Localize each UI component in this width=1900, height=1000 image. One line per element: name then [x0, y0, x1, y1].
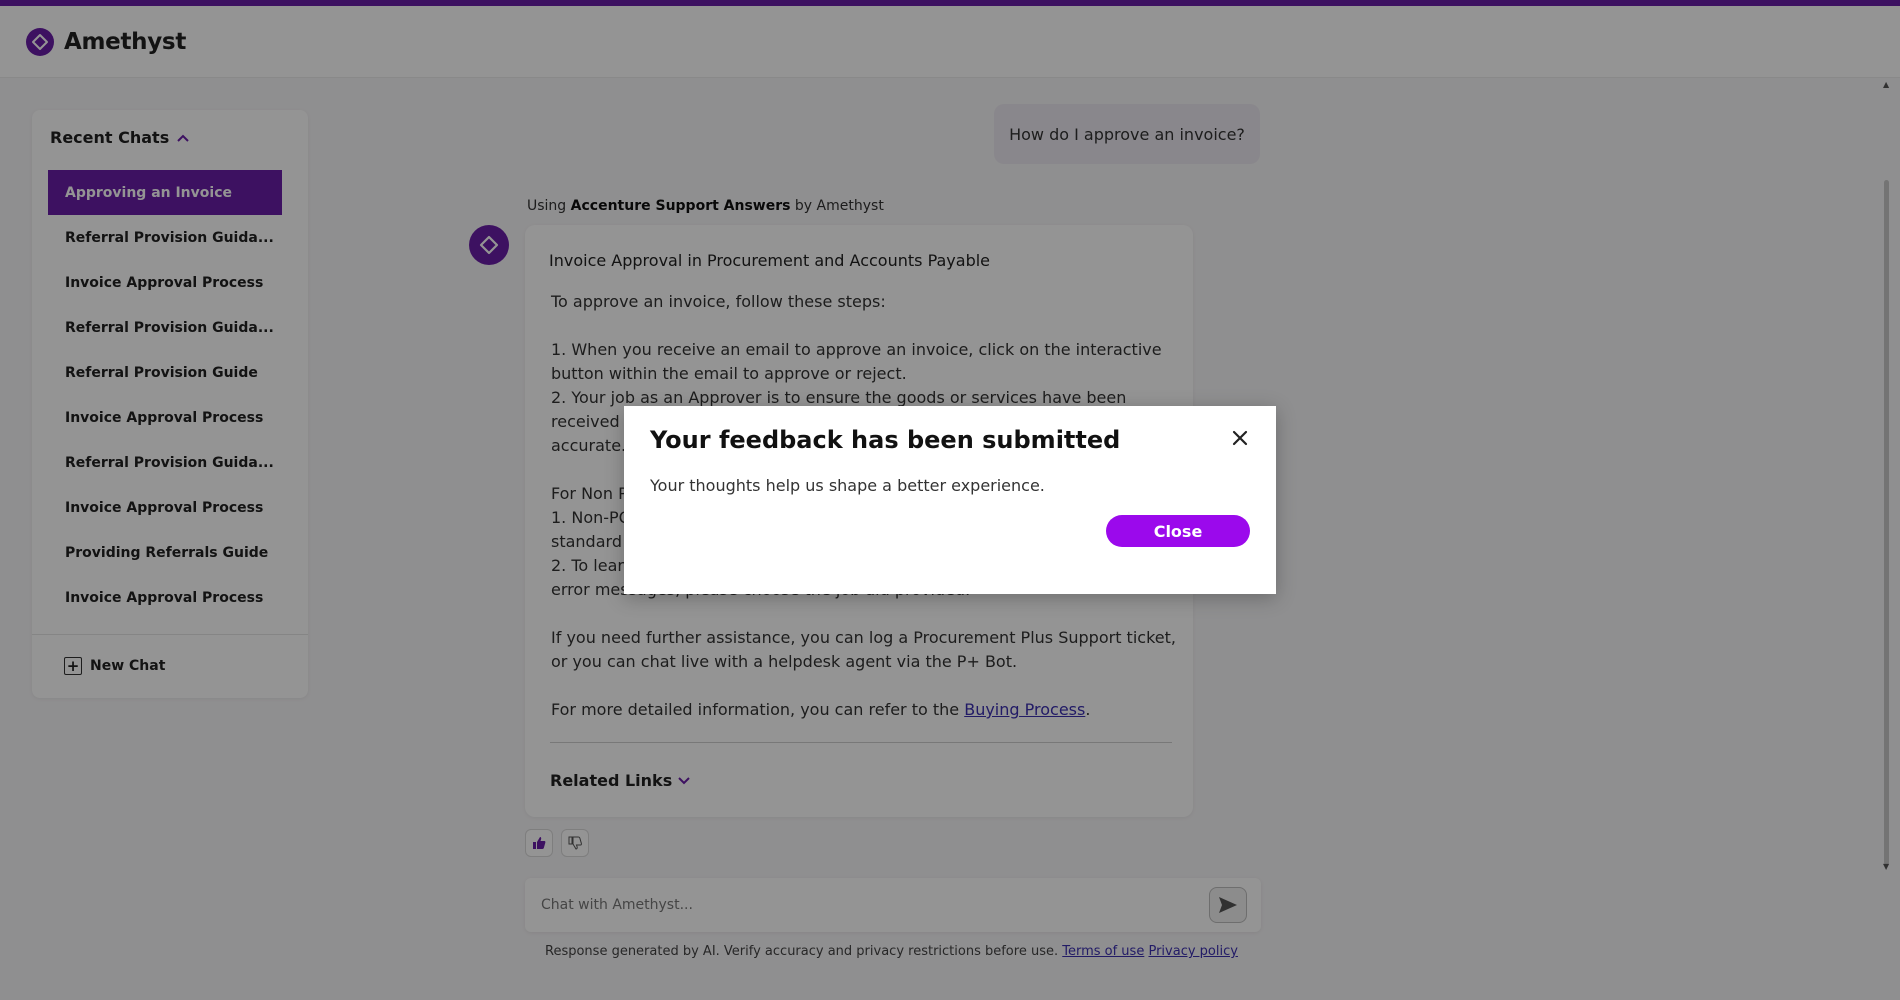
close-icon[interactable] [1230, 428, 1250, 448]
dialog-message: Your thoughts help us shape a better exp… [650, 476, 1045, 495]
close-button[interactable]: Close [1106, 515, 1250, 547]
feedback-submitted-dialog: Your feedback has been submitted Your th… [624, 406, 1276, 594]
dialog-title: Your feedback has been submitted [650, 426, 1121, 454]
